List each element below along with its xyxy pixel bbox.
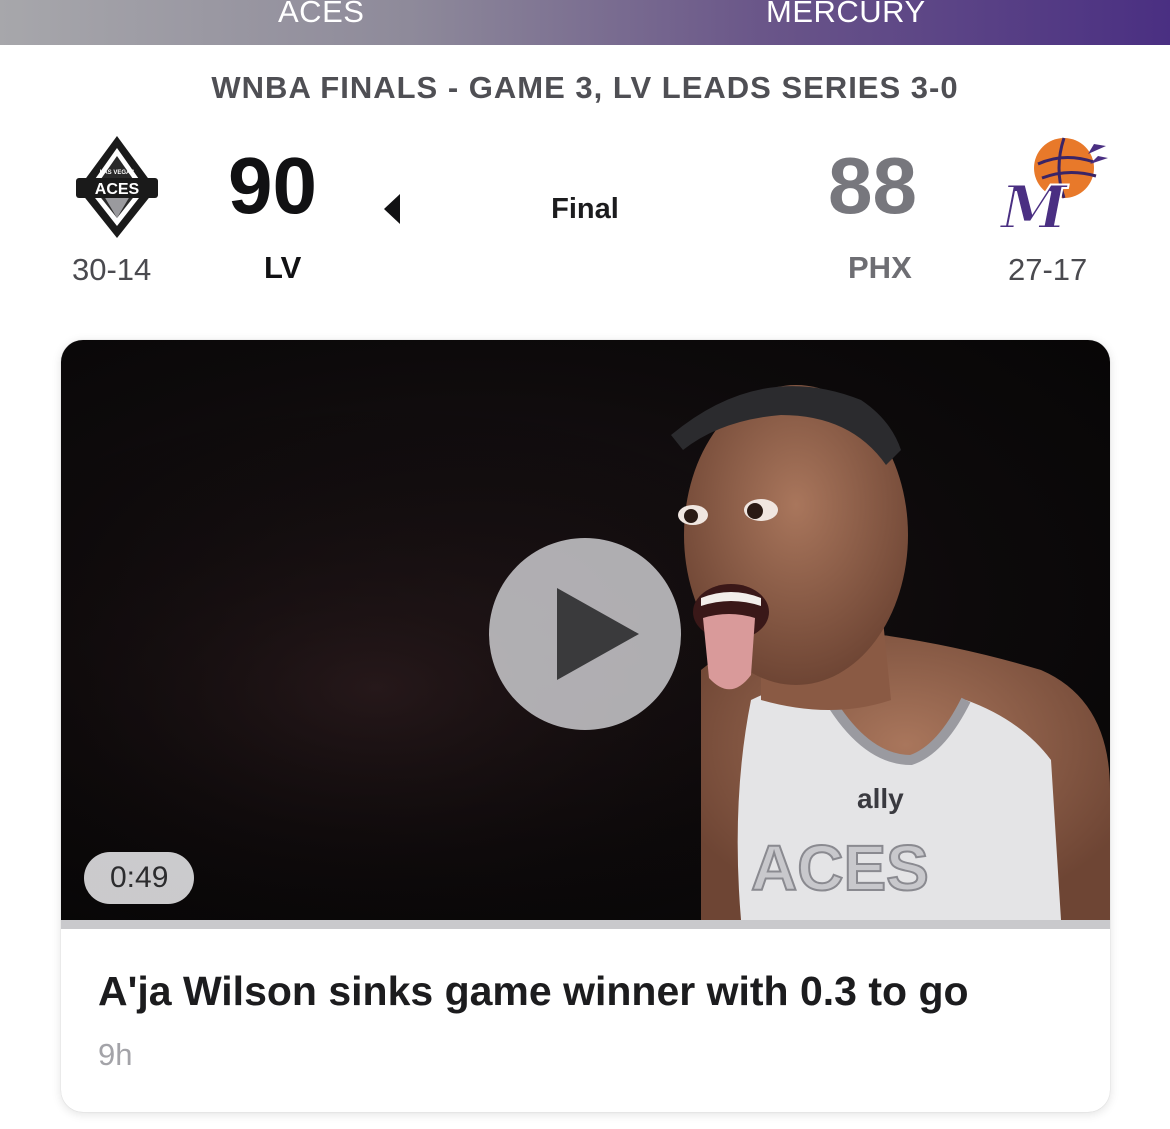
aces-logo-small-text: LAS VEGAS bbox=[100, 170, 135, 176]
video-headline[interactable]: A'ja Wilson sinks game winner with 0.3 t… bbox=[98, 968, 969, 1015]
video-thumbnail[interactable]: ACES ally 0:49 bbox=[61, 340, 1110, 920]
play-icon bbox=[557, 588, 639, 680]
video-duration-badge: 0:49 bbox=[84, 852, 195, 904]
away-team-abbr: PHX bbox=[848, 250, 912, 285]
game-status: Final bbox=[551, 193, 619, 225]
jersey-text: ACES bbox=[751, 832, 929, 904]
home-team-abbr: LV bbox=[264, 250, 302, 285]
away-team-score: 88 bbox=[828, 141, 917, 230]
home-team-name[interactable]: ACES bbox=[278, 0, 364, 30]
video-progress-bar bbox=[61, 920, 1110, 929]
video-card[interactable]: ACES ally 0:49 A'ja Wilson sinks game wi… bbox=[61, 340, 1110, 1112]
team-header-bar: ACES MERCURY bbox=[0, 0, 1170, 45]
play-button[interactable] bbox=[489, 538, 681, 730]
video-timestamp: 9h bbox=[98, 1037, 133, 1072]
home-team-record: 30-14 bbox=[72, 252, 152, 287]
mercury-logo-text: M bbox=[999, 173, 1069, 240]
sponsor-text: ally bbox=[857, 783, 904, 814]
away-team-record: 27-17 bbox=[1008, 252, 1088, 287]
series-status: WNBA FINALS - GAME 3, LV LEADS SERIES 3-… bbox=[211, 70, 959, 105]
away-team-name[interactable]: MERCURY bbox=[766, 0, 926, 30]
mercury-logo-icon[interactable]: M bbox=[998, 134, 1108, 240]
